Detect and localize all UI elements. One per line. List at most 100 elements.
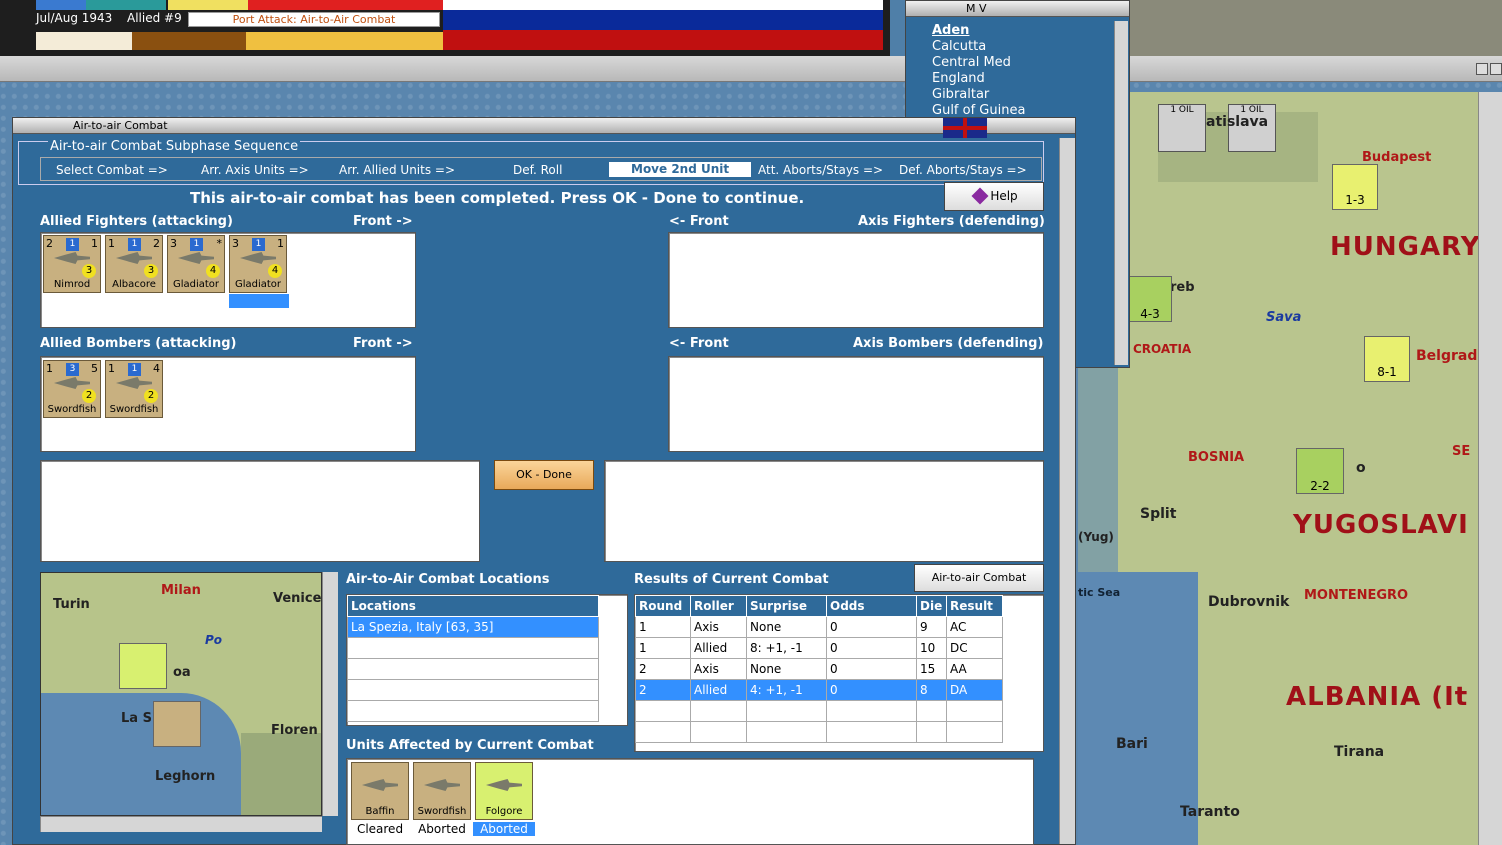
result-cell: None (746, 658, 827, 680)
step-move-2nd-unit: Move 2nd Unit (609, 162, 752, 177)
mv-item[interactable]: England (932, 71, 1025, 87)
result-row[interactable]: 1 Axis None 0 9 AC (635, 616, 1003, 638)
counter-badge: 1 (252, 238, 265, 251)
map-right[interactable]: 1 OIL 1 OIL atislava Budapest HUNGARY Sa… (1078, 92, 1480, 845)
unit-counter[interactable]: 1-3 (1332, 164, 1378, 210)
locations-header: Locations (347, 595, 599, 617)
map-label: CROATIA (1133, 342, 1192, 356)
unit-counter[interactable]: 3 1 1 4 Gladiator (229, 235, 287, 293)
step-arr-allied: Arr. Allied Units => (339, 163, 456, 177)
help-button[interactable]: Help (944, 182, 1044, 211)
result-cell: Axis (690, 616, 747, 638)
counter-name: Folgore (485, 806, 523, 817)
main-toolbar (0, 56, 1502, 82)
minimize-button[interactable] (1476, 63, 1488, 75)
step-def-aborts: Def. Aborts/Stays => (899, 163, 1027, 177)
subphase-sequence: Select Combat => Arr. Axis Units => Arr.… (40, 157, 1042, 181)
map-vertical-scrollbar[interactable] (1478, 92, 1502, 845)
results-header: Roller (690, 595, 747, 617)
axis-bombers-panel[interactable] (668, 356, 1044, 452)
mv-item[interactable]: Aden (932, 23, 1025, 39)
plane-icon (424, 779, 460, 791)
mv-item[interactable]: Gibraltar (932, 87, 1025, 103)
unit-counter[interactable]: Baffin (351, 762, 409, 820)
city-label: Milan (161, 583, 201, 598)
impulse-label: Allied #9 (127, 11, 182, 25)
axis-fighters-panel[interactable] (668, 232, 1044, 328)
mv-item[interactable]: Calcutta (932, 39, 1025, 55)
counter-value: 2 (144, 389, 158, 403)
axis-info-panel (604, 460, 1044, 562)
results-header: Odds (826, 595, 917, 617)
unit-counter[interactable]: 2-2 (1296, 448, 1344, 494)
turn-info-bar: Jul/Aug 1943 Allied #9 Port Attack: Air-… (0, 0, 890, 56)
mv-list: Aden Calcutta Central Med England Gibral… (932, 23, 1025, 119)
unit-counter[interactable]: 8-1 (1364, 336, 1410, 382)
result-row[interactable]: 2 Axis None 0 15 AA (635, 658, 1003, 680)
city-label: Floren (271, 723, 318, 738)
ok-done-button[interactable]: OK - Done (494, 460, 594, 490)
unit-counter[interactable] (119, 643, 167, 689)
mini-map-vscroll[interactable] (322, 572, 338, 816)
result-row[interactable]: 1 Allied 8: +1, -1 0 10 DC (635, 637, 1003, 659)
plane-icon (486, 779, 522, 791)
dialog-scrollbar[interactable] (1059, 138, 1075, 844)
unit-counter[interactable] (153, 701, 201, 747)
result-cell: 8 (916, 679, 947, 701)
close-button[interactable] (1490, 63, 1502, 75)
units-affected-title: Units Affected by Current Combat (346, 738, 594, 753)
city-label: Turin (53, 597, 90, 612)
result-cell: Axis (690, 658, 747, 680)
city-label: Po (205, 633, 223, 647)
results-header: Result (946, 595, 1003, 617)
map-label: Bari (1116, 736, 1148, 752)
dialog-title: Air-to-air Combat (13, 118, 1075, 134)
unit-counter[interactable]: 2 1 1 3 Nimrod (43, 235, 101, 293)
help-label: Help (990, 189, 1018, 203)
mv-window-title: M V (906, 1, 1129, 17)
axis-fighters-label: Axis Fighters (defending) (858, 214, 1045, 229)
mv-scrollbar[interactable] (1114, 21, 1128, 365)
front-label: Front -> (353, 336, 413, 351)
front-label: <- Front (669, 336, 729, 351)
location-row[interactable]: La Spezia, Italy [63, 35] (347, 616, 599, 638)
locations-list[interactable]: Locations La Spezia, Italy [63, 35] (346, 594, 628, 726)
map-label: o (1356, 460, 1366, 476)
unit-counter[interactable]: 1 2 1 3 Albacore (105, 235, 163, 293)
status-message: This air-to-air combat has been complete… (190, 189, 805, 207)
plane-icon (116, 252, 152, 264)
unit-counter[interactable]: 1 4 1 2 Swordfish (105, 360, 163, 418)
counter-value: 4 (268, 264, 282, 278)
mini-map-hscroll[interactable] (40, 816, 322, 832)
unit-counter[interactable]: 1 5 3 2 Swordfish (43, 360, 101, 418)
top-right-map (1130, 0, 1502, 56)
map-label: (Yug) (1078, 530, 1114, 544)
unit-counter[interactable]: 3 * 1 4 Gladiator (167, 235, 225, 293)
results-table: Round Roller Surprise Odds Die Result 1 Axis No… (635, 595, 1003, 743)
city-label: La S (121, 711, 152, 726)
unit-counter[interactable]: Folgore (475, 762, 533, 820)
counter-name: Gladiator (172, 279, 220, 290)
results-header: Round (635, 595, 691, 617)
combat-chart-button[interactable]: Air-to-air Combat Chart (914, 564, 1044, 610)
mini-map[interactable]: Turin Milan Venice Po La S Floren Leghor… (40, 572, 322, 816)
result-row[interactable]: 2 Allied 4: +1, -1 0 8 DA (635, 679, 1003, 701)
results-header: Surprise (746, 595, 827, 617)
unit-counter[interactable]: 4-3 (1128, 276, 1172, 322)
result-cell: 4: +1, -1 (746, 679, 827, 701)
unit-counter[interactable]: Swordfish (413, 762, 471, 820)
counter-name: Gladiator (234, 279, 282, 290)
map-label: reb (1170, 280, 1195, 295)
result-cell: 15 (916, 658, 947, 680)
map-label: YUGOSLAVI (1293, 510, 1469, 540)
plane-icon (116, 377, 152, 389)
result-cell: 10 (916, 637, 947, 659)
result-cell: 0 (826, 616, 917, 638)
results-table-panel: Round Roller Surprise Odds Die Result 1 Axis No… (634, 594, 1044, 752)
sequence-title: Air-to-air Combat Subphase Sequence (48, 139, 301, 154)
step-def-roll: Def. Roll (513, 163, 563, 177)
mv-item[interactable]: Central Med (932, 55, 1025, 71)
result-cell: AC (946, 616, 1003, 638)
counter-value: 5 (91, 362, 98, 375)
step-att-aborts: Att. Aborts/Stays => (758, 163, 884, 177)
